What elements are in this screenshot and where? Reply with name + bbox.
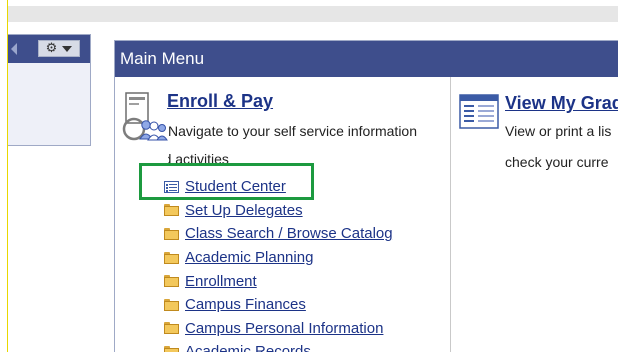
top-toolbar-strip [8,6,618,22]
chevron-down-icon [62,45,73,52]
menu-item-label: Campus Personal Information [185,319,384,337]
enroll-pay-link[interactable]: Enroll & Pay [167,91,273,112]
folder-icon [164,204,179,217]
main-menu-header: Main Menu [115,41,618,77]
grades-window-icon [459,94,499,129]
folder-icon [164,251,179,264]
folder-icon [164,275,179,288]
menu-item-campus-personal-information[interactable]: Campus Personal Information [164,317,393,341]
menu-item-label: Class Search / Browse Catalog [185,225,393,243]
left-side-panel: ⚙ [8,34,91,146]
grades-description-line-1: View or print a lis [505,123,612,139]
menu-item-academic-records[interactable]: Academic Records [164,340,393,352]
gear-icon: ⚙ [45,41,58,56]
menu-item-label: Campus Finances [185,296,306,314]
student-center-highlight [139,163,314,200]
menu-item-set-up-delegates[interactable]: Set Up Delegates [164,199,393,223]
enroll-menu-list: Student Center Set Up Delegates Class Se… [164,175,393,352]
menu-item-label: Set Up Delegates [185,201,303,219]
menu-item-academic-planning[interactable]: Academic Planning [164,246,393,270]
column-divider [450,77,451,352]
main-menu-title: Main Menu [120,49,205,68]
menu-item-class-search[interactable]: Class Search / Browse Catalog [164,222,393,246]
folder-icon [164,345,179,352]
gear-menu-button[interactable]: ⚙ [38,40,80,57]
menu-item-label: Enrollment [185,272,257,290]
menu-item-label: Academic Records [185,343,311,352]
view-my-grades-link[interactable]: View My Grade [505,93,618,114]
page: ⚙ Main Menu Enroll & Pay Navigate to you… [0,0,618,352]
menu-item-enrollment[interactable]: Enrollment [164,269,393,293]
menu-item-label: Academic Planning [185,249,314,267]
left-panel-header: ⚙ [8,35,90,63]
enroll-people-icon [122,92,168,141]
menu-item-campus-finances[interactable]: Campus Finances [164,293,393,317]
folder-icon [164,298,179,311]
collapse-arrow-icon[interactable] [11,43,17,55]
folder-icon [164,227,179,240]
enroll-description: Navigate to your self service informatio… [168,117,448,167]
enroll-description-line-1: Navigate to your self service informatio… [168,123,417,139]
folder-icon [164,322,179,335]
grades-description-line-2: check your curre [505,154,609,170]
